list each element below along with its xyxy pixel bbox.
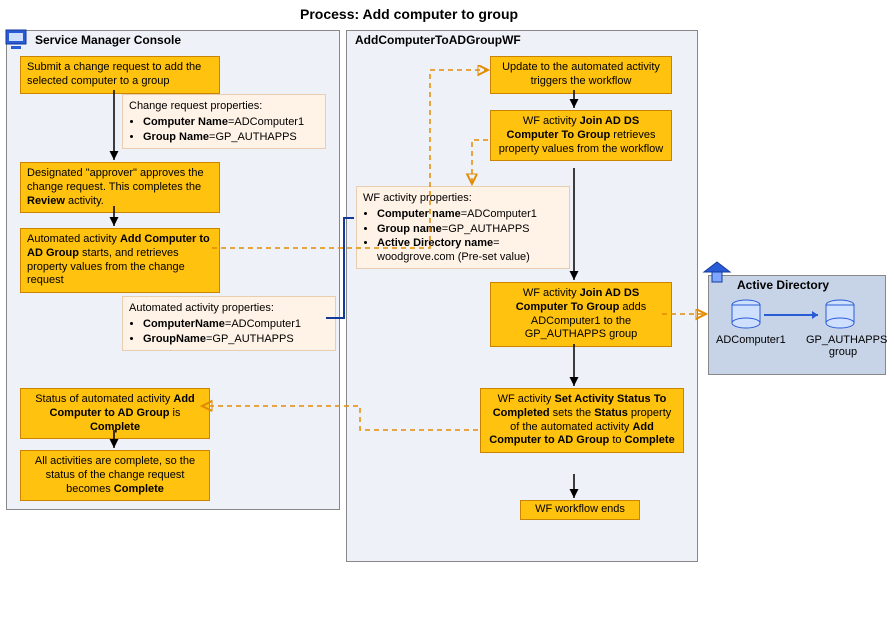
ad-group-label: GP_AUTHAPPS group	[806, 334, 880, 358]
group-wf-label: AddComputerToADGroupWF	[355, 29, 521, 47]
box-smc-submit: Submit a change request to add the selec…	[20, 56, 220, 94]
cr-prop2: Group Name=GP_AUTHAPPS	[143, 130, 319, 144]
box-wf-join2: WF activity Join AD DS Computer To Group…	[490, 282, 672, 347]
note-wf-props: WF activity properties: Computer name=AD…	[356, 186, 570, 269]
wf-prop3: Active Directory name= woodgrove.com (Pr…	[377, 236, 563, 265]
wf-prop2: Group name=GP_AUTHAPPS	[377, 222, 563, 236]
box-wf-end: WF workflow ends	[520, 500, 640, 520]
page-title: Process: Add computer to group	[300, 6, 518, 22]
box-smc-complete: All activities are complete, so the stat…	[20, 450, 210, 501]
ad-computer-label: ADComputer1	[716, 334, 784, 346]
group-ad: Active Directory	[708, 275, 886, 375]
aa-prop1: ComputerName=ADComputer1	[143, 317, 329, 331]
box-wf-join1: WF activity Join AD DS Computer To Group…	[490, 110, 672, 161]
group-ad-label: Active Directory	[737, 274, 829, 292]
group-smc-label: Service Manager Console	[35, 29, 181, 47]
box-smc-status: Status of automated activity Add Compute…	[20, 388, 210, 439]
note-aa-props: Automated activity properties: ComputerN…	[122, 296, 336, 351]
box-smc-auto: Automated activity Add Computer to AD Gr…	[20, 228, 220, 293]
cr-props-title: Change request properties:	[129, 100, 262, 112]
aa-prop2: GroupName=GP_AUTHAPPS	[143, 332, 329, 346]
note-cr-props: Change request properties: Computer Name…	[122, 94, 326, 149]
aa-props-title: Automated activity properties:	[129, 302, 274, 314]
cr-prop1: Computer Name=ADComputer1	[143, 115, 319, 129]
box-wf-setstatus: WF activity Set Activity Status To Compl…	[480, 388, 684, 453]
box-wf-trigger: Update to the automated activity trigger…	[490, 56, 672, 94]
wf-props-title: WF activity properties:	[363, 192, 472, 204]
box-smc-approve: Designated "approver" approves the chang…	[20, 162, 220, 213]
wf-prop1: Computer name=ADComputer1	[377, 207, 563, 221]
